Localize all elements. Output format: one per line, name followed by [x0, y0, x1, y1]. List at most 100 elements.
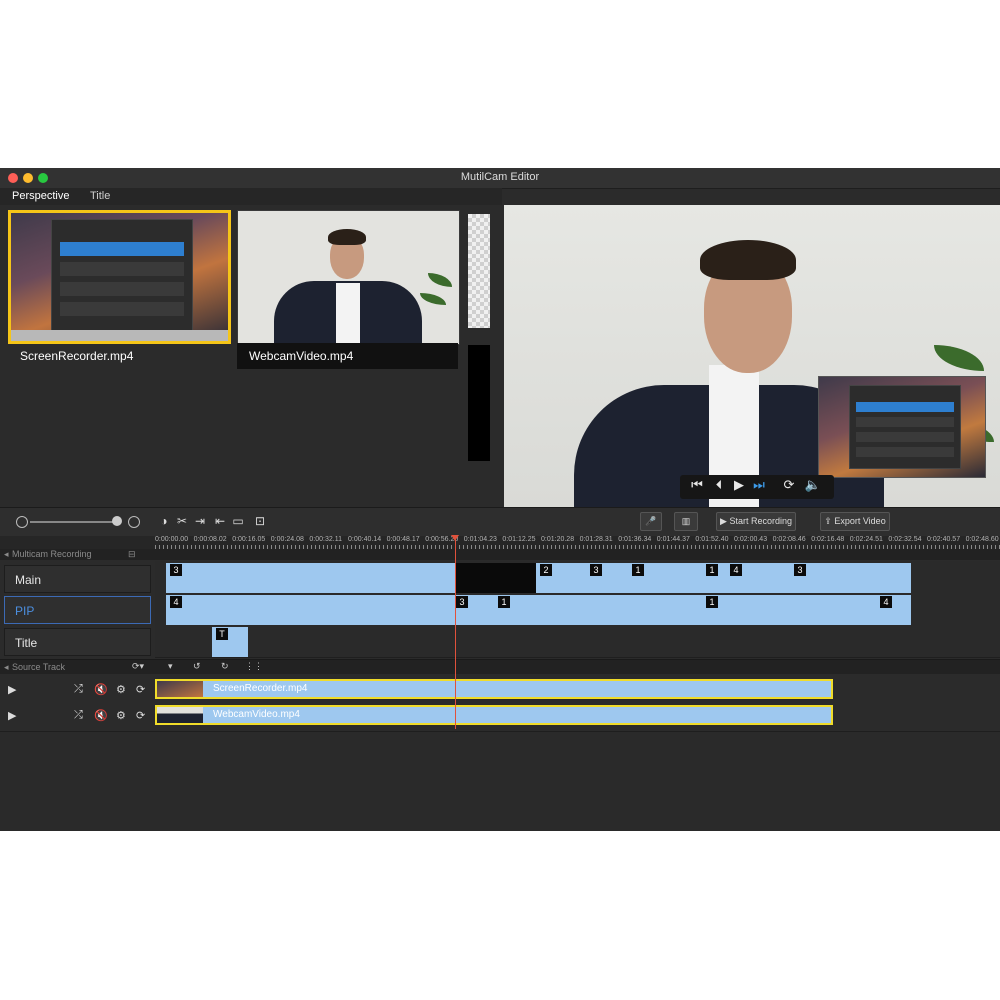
timeline-ruler[interactable]: 0:00:00.00 0:00:08.02 0:00:16.05 0:00:24.08…: [0, 536, 1000, 549]
ruler-tick-label: 0:02:16.48: [811, 536, 845, 543]
track-main: 3 2 3 1 1 4 3: [155, 561, 1000, 594]
tab-bar: Perspective Title: [0, 188, 502, 205]
camera-marker: 3: [456, 596, 468, 608]
zoom-in-icon[interactable]: [128, 516, 140, 528]
start-recording-button[interactable]: ▶ Start Recording: [716, 512, 796, 531]
shuffle-icon[interactable]: ⤮: [74, 683, 83, 696]
source-clip-thumbnail: [157, 681, 203, 697]
export-video-button[interactable]: ⇪ Export Video: [820, 512, 890, 531]
app-window: MutilCam Editor Perspective Title Screen…: [0, 168, 1000, 831]
source-track-header: ◂ Source Track ⟳▾ ▾ ↺ ↻ ⋮⋮: [0, 659, 1000, 674]
collapse-icon[interactable]: ◂: [4, 549, 9, 560]
dock-bar: [11, 330, 228, 341]
crop-icon[interactable]: ▭: [230, 514, 246, 528]
volume-icon[interactable]: 🔈: [804, 477, 822, 493]
step-back-icon[interactable]: ⏴: [710, 477, 728, 493]
ruler-tick-label: 0:00:00.00: [155, 536, 189, 543]
empty-timeline-area: [0, 731, 1000, 831]
shuffle-icon[interactable]: ⤮: [74, 709, 83, 722]
multicam-header-label: Multicam Recording: [12, 549, 92, 559]
gear-icon[interactable]: ⚙: [116, 709, 126, 722]
ruler-tick-label: 0:02:48.60: [965, 536, 999, 543]
media-file-icon[interactable]: ▶: [8, 683, 16, 696]
zoom-slider[interactable]: [30, 521, 120, 523]
camera-marker: 1: [706, 564, 718, 576]
clip-thumbnail-screenrecorder[interactable]: [8, 210, 231, 344]
waveform-icon[interactable]: ⋮⋮: [245, 661, 263, 672]
source-clip-thumbnail: [157, 707, 203, 723]
collapse-icon[interactable]: ◂: [4, 662, 9, 673]
ruler-tick-label: 0:02:24.51: [849, 536, 883, 543]
step-forward-icon[interactable]: ⏭: [750, 477, 768, 493]
ruler-tick-label: 0:02:08.46: [772, 536, 806, 543]
split-right-icon[interactable]: ⇤: [212, 514, 228, 528]
camera-marker: 4: [730, 564, 742, 576]
track-title: T: [155, 625, 1000, 658]
edit-toolbar: ◑ ✂ ⇥ ⇤ ▭ ⊡ 🎤 ▥ ▶ Start Recording ⇪ Expo…: [0, 507, 1000, 537]
sync-icon[interactable]: ⟳▾: [132, 661, 144, 672]
ruler-tick-label: 0:01:44.37: [656, 536, 690, 543]
mute-icon[interactable]: 🔇: [94, 709, 108, 722]
pip-overlay[interactable]: [818, 376, 986, 478]
track-label-main[interactable]: Main: [4, 565, 151, 593]
track-segment[interactable]: [456, 563, 536, 593]
replace-icon[interactable]: ⟳: [136, 683, 145, 696]
camera-marker: 2: [540, 564, 552, 576]
title-bar: MutilCam Editor: [0, 168, 1000, 189]
tab-perspective[interactable]: Perspective: [4, 189, 77, 203]
empty-slot-transparent[interactable]: [468, 214, 490, 328]
undo-icon[interactable]: ↺: [193, 661, 201, 672]
fit-icon[interactable]: ⊡: [252, 514, 268, 528]
media-file-icon[interactable]: ▶: [8, 709, 16, 722]
marker-icon[interactable]: ▾: [168, 661, 173, 672]
empty-slot-black[interactable]: [468, 345, 490, 461]
preview-panel: ⏮ ⏴ ▶ ⏭ ⟳ 🔈: [504, 205, 1000, 507]
tab-title[interactable]: Title: [82, 189, 118, 203]
camera-marker: 1: [632, 564, 644, 576]
track-label-pip[interactable]: PIP: [4, 596, 151, 624]
cut-icon[interactable]: ✂: [174, 514, 190, 528]
ruler-tick-label: 0:00:32.11: [309, 536, 342, 543]
track-segment[interactable]: [166, 595, 911, 625]
source-row-controls: ▶ ⤮ 🔇 ⚙ ⟳: [4, 679, 153, 701]
gear-icon[interactable]: ⚙: [116, 683, 126, 696]
microphone-button[interactable]: 🎤: [640, 512, 662, 531]
track-label-title[interactable]: Title: [4, 628, 151, 656]
camera-marker: 1: [498, 596, 510, 608]
redo-icon[interactable]: ↻: [221, 661, 229, 672]
camera-settings-icon[interactable]: ⊟: [128, 549, 136, 560]
screen-app-window: [51, 219, 193, 333]
camera-marker: 3: [590, 564, 602, 576]
title-marker: T: [216, 628, 228, 640]
loop-icon[interactable]: ⟳: [780, 477, 798, 493]
source-track-label: Source Track: [12, 662, 66, 672]
clip-thumbnail-webcam[interactable]: [237, 210, 460, 345]
camera-marker: 3: [794, 564, 806, 576]
clip-label: ScreenRecorder.mp4: [20, 349, 134, 363]
ruler-tick-label: 0:02:32.54: [888, 536, 922, 543]
ruler-tick-label: 0:00:40.14: [348, 536, 382, 543]
ruler-tick-label: 0:01:12.25: [502, 536, 536, 543]
split-left-icon[interactable]: ⇥: [192, 514, 208, 528]
mute-icon[interactable]: 🔇: [94, 683, 108, 696]
playhead[interactable]: [455, 536, 456, 729]
skip-back-icon[interactable]: ⏮: [688, 477, 706, 493]
source-clip-label: WebcamVideo.mp4: [213, 709, 300, 720]
audio-levels-button[interactable]: ▥: [674, 512, 698, 531]
play-icon[interactable]: ▶: [730, 477, 748, 493]
zoom-out-icon[interactable]: [16, 516, 28, 528]
camera-marker: 4: [880, 596, 892, 608]
source-clip[interactable]: ScreenRecorder.mp4: [155, 679, 833, 699]
ruler-tick-label: 0:01:52.40: [695, 536, 729, 543]
ruler-tick-label: 0:02:40.57: [927, 536, 961, 543]
ruler-tick-label: 0:00:48.17: [386, 536, 420, 543]
playhead-handle[interactable]: [451, 535, 459, 541]
source-clip[interactable]: WebcamVideo.mp4: [155, 705, 833, 725]
ruler-tick-label: 0:02:00.43: [734, 536, 768, 543]
track-segment[interactable]: [166, 563, 456, 593]
zoom-slider-handle[interactable]: [112, 516, 122, 526]
ruler-tick-label: 0:01:28.31: [579, 536, 613, 543]
ruler-tick-label: 0:01:20.28: [541, 536, 575, 543]
contrast-icon[interactable]: ◑: [156, 514, 172, 528]
replace-icon[interactable]: ⟳: [136, 709, 145, 722]
